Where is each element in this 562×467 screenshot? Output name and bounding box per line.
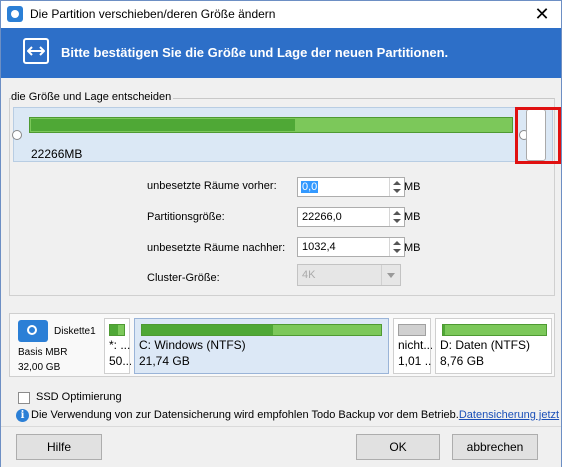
unalloc-after-label: unbesetzte Räume nachher: bbox=[147, 242, 286, 254]
partition-slider[interactable] bbox=[13, 107, 553, 162]
disk-name: Diskette1 bbox=[54, 326, 96, 337]
cluster-size-select[interactable]: 4K bbox=[297, 264, 401, 286]
info-icon: i bbox=[16, 409, 29, 422]
ok-button[interactable]: OK bbox=[356, 434, 440, 460]
disk-type: Basis MBR bbox=[18, 347, 68, 358]
chevron-down-icon[interactable] bbox=[381, 265, 400, 285]
unalloc-before-stepper[interactable] bbox=[389, 178, 404, 196]
partition-usage-bar bbox=[442, 324, 547, 336]
partition-block[interactable]: *: ... 50... bbox=[104, 318, 131, 374]
dialog-window: Die Partition verschieben/deren Größe än… bbox=[0, 0, 562, 467]
cluster-size-label: Cluster-Größe: bbox=[147, 272, 220, 284]
disk-icon bbox=[18, 320, 48, 342]
help-button[interactable]: Hilfe bbox=[16, 434, 102, 460]
partition-block-selected[interactable]: C: Windows (NTFS) 21,74 GB bbox=[134, 318, 389, 374]
partition-size-label: 22266MB bbox=[31, 147, 83, 161]
partition-usage-bar bbox=[141, 324, 382, 336]
cancel-button[interactable]: abbrechen bbox=[452, 434, 538, 460]
partition-usage-fill bbox=[142, 325, 274, 335]
left-resize-handle[interactable] bbox=[12, 130, 22, 140]
disk-size: 32,00 GB bbox=[18, 362, 61, 373]
highlight-box bbox=[515, 107, 561, 164]
ssd-optimization-label[interactable]: SSD Optimierung bbox=[36, 391, 122, 403]
partition-size: 8,76 GB bbox=[440, 354, 485, 368]
backup-recommendation: Die Verwendung von zur Datensicherung wi… bbox=[31, 409, 559, 421]
partition-label: *: ... bbox=[109, 338, 131, 352]
down-arrow-icon[interactable] bbox=[393, 219, 401, 223]
dialog-footer: Hilfe OK abbrechen bbox=[1, 426, 561, 467]
unalloc-after-value: 1032,4 bbox=[302, 241, 336, 253]
partition-size-stepper[interactable] bbox=[389, 208, 404, 226]
close-button[interactable]: ✕ bbox=[531, 3, 553, 25]
partition-size: 21,74 GB bbox=[139, 354, 190, 368]
up-arrow-icon[interactable] bbox=[393, 211, 401, 215]
down-arrow-icon[interactable] bbox=[393, 189, 401, 193]
partition-usage-fill bbox=[443, 325, 446, 335]
partition-block[interactable]: nicht... 1,01 ... bbox=[393, 318, 432, 374]
up-arrow-icon[interactable] bbox=[393, 181, 401, 185]
partition-usage-fill bbox=[110, 325, 119, 335]
partition-size-value: 22266,0 bbox=[302, 211, 342, 223]
backup-now-link[interactable]: Datensicherung jetzt bbox=[459, 409, 559, 421]
partition-size-input[interactable]: 22266,0 bbox=[297, 207, 405, 227]
resize-arrows-icon bbox=[23, 38, 49, 64]
instruction-banner: Bitte bestätigen Sie die Größe und Lage … bbox=[1, 28, 561, 78]
title-bar: Die Partition verschieben/deren Größe än… bbox=[1, 1, 561, 28]
partition-size-field-label: Partitionsgröße: bbox=[147, 211, 225, 223]
partition-block[interactable]: D: Daten (NTFS) 8,76 GB bbox=[435, 318, 552, 374]
unalloc-after-unit: MB bbox=[404, 242, 421, 254]
partition-label: nicht... bbox=[398, 338, 432, 352]
unalloc-before-value: 0,0 bbox=[301, 181, 319, 193]
partition-size: 1,01 ... bbox=[398, 354, 432, 368]
unalloc-before-label: unbesetzte Räume vorher: bbox=[147, 180, 277, 192]
partition-label: D: Daten (NTFS) bbox=[440, 338, 531, 352]
partition-usage-bar bbox=[109, 324, 125, 336]
down-arrow-icon[interactable] bbox=[393, 249, 401, 253]
unalloc-before-unit: MB bbox=[404, 181, 421, 193]
unalloc-after-stepper[interactable] bbox=[389, 238, 404, 256]
up-arrow-icon[interactable] bbox=[393, 241, 401, 245]
unalloc-after-input[interactable]: 1032,4 bbox=[297, 237, 405, 257]
partition-usage-bar bbox=[398, 324, 426, 336]
banner-text: Bitte bestätigen Sie die Größe und Lage … bbox=[61, 45, 449, 60]
cluster-size-value: 4K bbox=[302, 269, 316, 281]
partition-size: 50... bbox=[109, 354, 131, 368]
size-group-label: die Größe und Lage entscheiden bbox=[11, 91, 174, 103]
window-title: Die Partition verschieben/deren Größe än… bbox=[30, 7, 276, 21]
unalloc-before-input[interactable]: 0,0 bbox=[297, 177, 405, 197]
partition-label: C: Windows (NTFS) bbox=[139, 338, 246, 352]
partition-used-fill bbox=[31, 119, 295, 131]
partition-size-unit: MB bbox=[404, 211, 421, 223]
backup-recommendation-text: Die Verwendung von zur Datensicherung wi… bbox=[31, 409, 459, 421]
ssd-optimization-checkbox[interactable] bbox=[18, 392, 30, 404]
app-icon bbox=[7, 6, 23, 22]
